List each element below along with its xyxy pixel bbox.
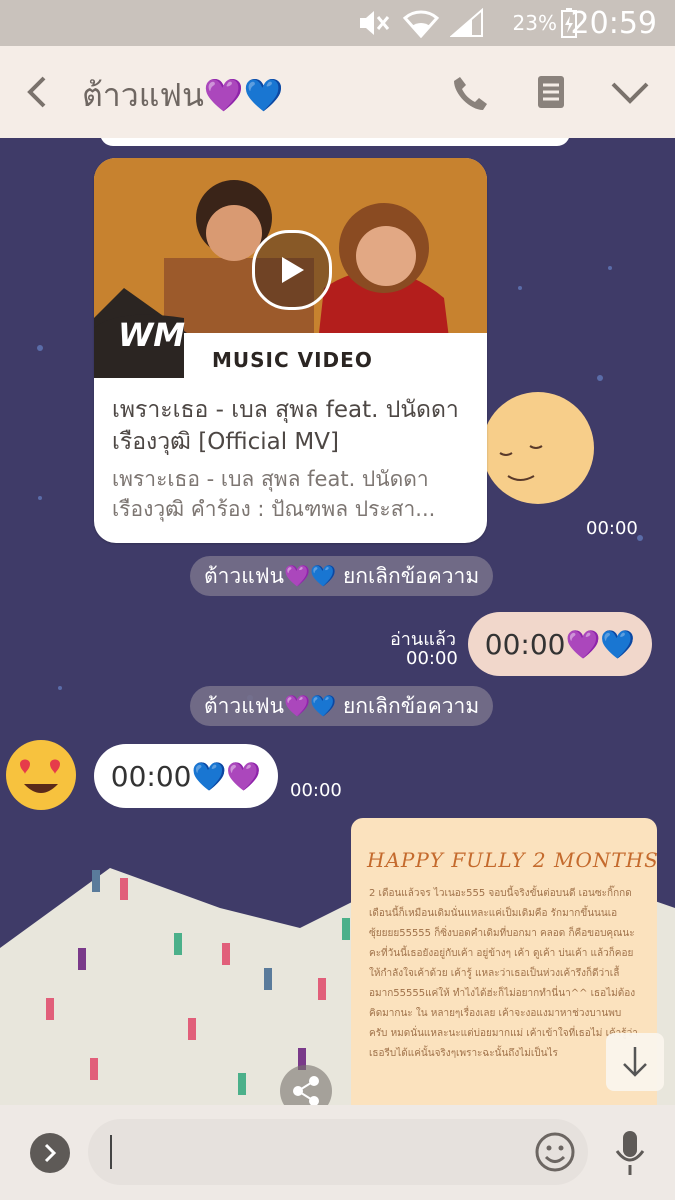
video-description: เพราะเธอ - เบล สุพล feat. ปนัดดา เรืองวุ…: [112, 467, 436, 521]
microphone-icon[interactable]: [614, 1129, 646, 1181]
letter-title: HAPPY FULLY 2 MONTHS: [367, 848, 657, 872]
message-input-container[interactable]: [88, 1119, 588, 1185]
chevron-down-icon[interactable]: [610, 80, 650, 110]
wifi-icon: [403, 0, 439, 46]
scroll-to-bottom-button[interactable]: [606, 1033, 664, 1091]
share-icon: [293, 1076, 319, 1105]
message-timestamp: 00:00: [406, 648, 458, 669]
avatar[interactable]: [6, 740, 76, 810]
message-text: 00:00💙💜: [110, 759, 262, 793]
outgoing-message-bubble[interactable]: 00:00💜💙: [468, 612, 652, 676]
message-timestamp: 00:00: [290, 780, 342, 801]
letter-body: 2 เดือนแล้วจร ไวเนอะ555 จอบนี้จริงขั้นต่…: [369, 888, 638, 1059]
system-message-unsent: ต้าวแฟน💜💙 ยกเลิกข้อความ: [190, 556, 494, 596]
video-card[interactable]: MUSIC VIDEO WM เพราะเธอ - เบล สุพล feat.…: [94, 158, 487, 543]
message-timestamp: 00:00: [586, 518, 638, 539]
back-icon[interactable]: [22, 74, 52, 114]
text-cursor: [110, 1135, 112, 1169]
message-composer: [0, 1105, 675, 1200]
expand-button[interactable]: [30, 1133, 70, 1173]
system-message-unsent: ต้าวแฟน💜💙 ยกเลิกข้อความ: [190, 686, 494, 726]
message-text: 00:00💜💙: [484, 627, 636, 661]
music-video-label: MUSIC VIDEO: [212, 348, 373, 372]
previous-bubble-edge: [100, 138, 570, 146]
incoming-message-bubble[interactable]: 00:00💙💜: [94, 744, 278, 808]
notes-icon[interactable]: [536, 74, 566, 114]
message-input[interactable]: [108, 1131, 532, 1175]
mute-icon: [356, 0, 390, 46]
battery-percent: 23%: [512, 11, 557, 35]
video-thumbnail: MUSIC VIDEO WM: [94, 158, 487, 378]
chat-header: ต้าวแฟน💜💙: [0, 46, 675, 138]
chat-title: ต้าวแฟน💜💙: [82, 76, 284, 114]
emoji-icon[interactable]: [534, 1131, 576, 1177]
signal-icon: [450, 0, 484, 46]
chat-area[interactable]: MUSIC VIDEO WM เพราะเธอ - เบล สุพล feat.…: [0, 138, 675, 1105]
video-title: เพราะเธอ - เบล สุพล feat. ปนัดดา เรืองวุ…: [112, 397, 459, 455]
share-button[interactable]: [280, 1065, 332, 1105]
play-icon[interactable]: [252, 230, 332, 310]
status-bar: 23% 20:59: [0, 0, 675, 46]
sun-sticker: [482, 392, 594, 504]
wm-logo: WM: [118, 316, 186, 354]
phone-icon[interactable]: [452, 74, 490, 116]
status-time: 20:59: [570, 5, 657, 41]
arrow-down-icon: [623, 1047, 647, 1077]
expand-icon: [44, 1143, 57, 1163]
